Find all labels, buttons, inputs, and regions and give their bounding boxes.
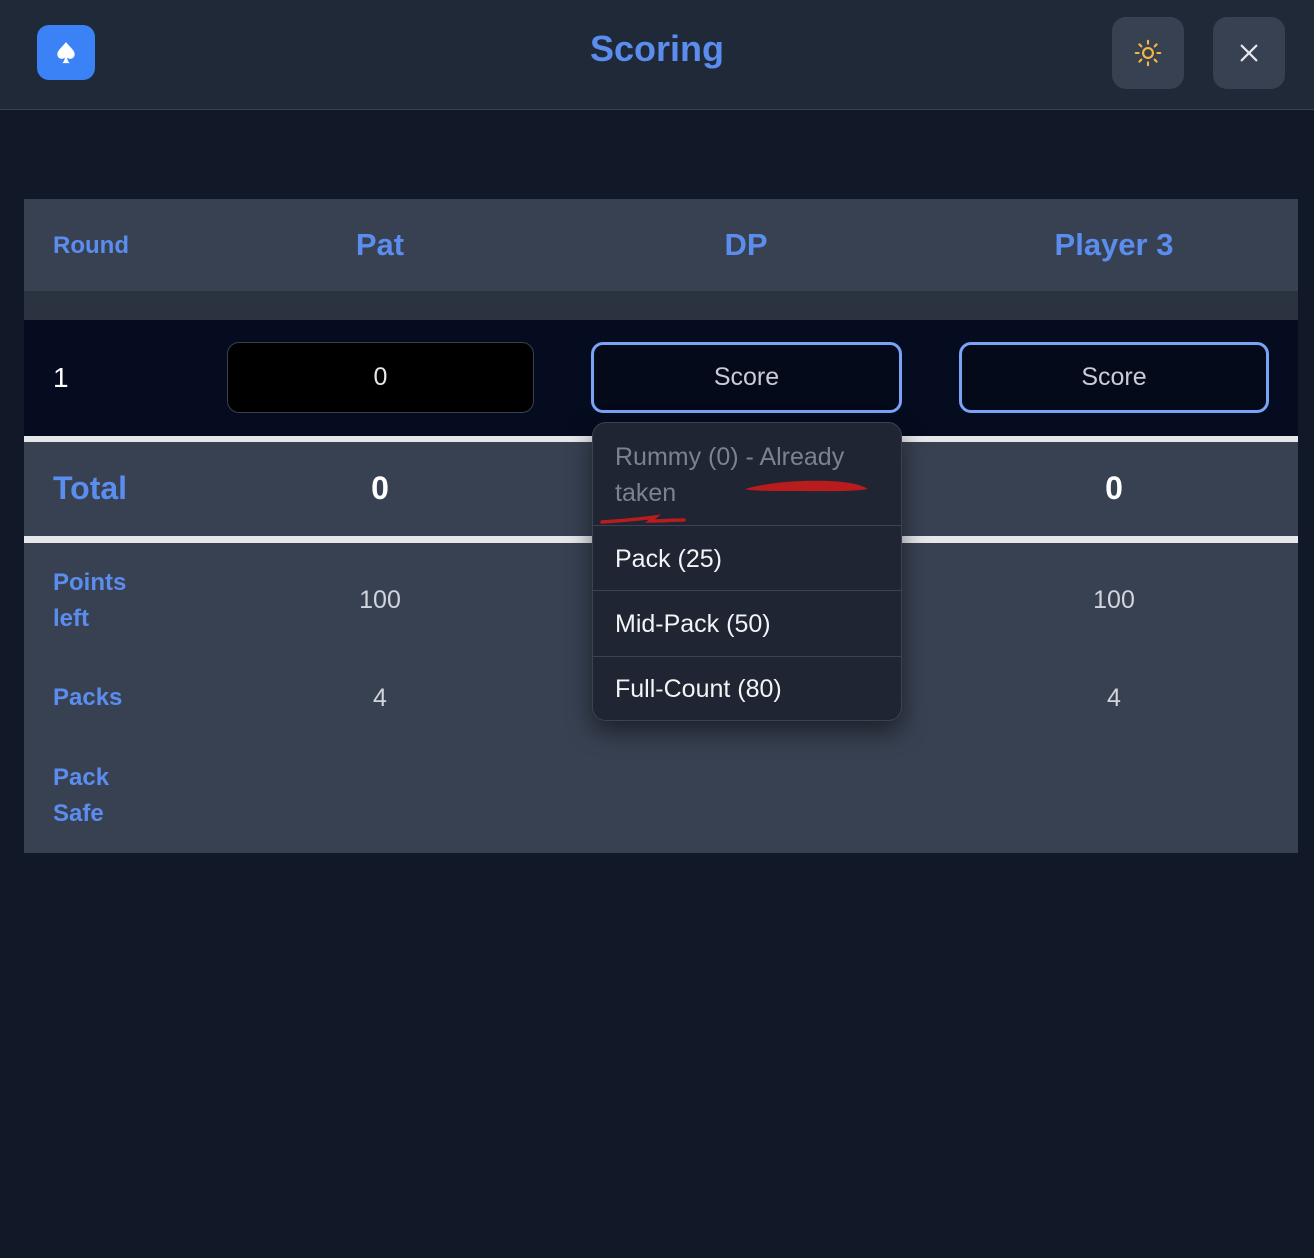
- total-pat: 0: [371, 470, 389, 506]
- points-left-pat: 100: [359, 586, 401, 614]
- score-select-player3[interactable]: Score: [959, 342, 1269, 413]
- score-input-pat[interactable]: 0: [227, 342, 534, 413]
- packs-pat: 4: [373, 684, 387, 712]
- total-label: Total: [53, 470, 128, 506]
- round-number: 1: [53, 362, 69, 393]
- player-header-dp: DP: [724, 227, 768, 262]
- close-button[interactable]: [1213, 17, 1285, 89]
- option-pack[interactable]: Pack (25): [593, 525, 901, 591]
- table-header-row: Round Pat DP Player 3: [24, 199, 1298, 291]
- total-player3: 0: [1105, 470, 1123, 506]
- score-options-dropdown: Rummy (0) - Already taken Pack (25) Mid-…: [592, 422, 902, 721]
- app-header: Scoring: [0, 0, 1314, 110]
- player-header-pat: Pat: [355, 227, 405, 262]
- sun-icon: [1134, 39, 1162, 67]
- option-mid-pack[interactable]: Mid-Pack (50): [593, 590, 901, 656]
- packs-player3: 4: [1107, 684, 1121, 712]
- round-column-header: Round: [53, 232, 129, 259]
- points-left-label: Points left: [53, 569, 127, 632]
- option-rummy-disabled: Rummy (0) - Already taken: [615, 443, 845, 507]
- close-icon: [1240, 44, 1258, 62]
- score-select-dp[interactable]: Score: [591, 342, 902, 413]
- theme-toggle-button[interactable]: [1112, 17, 1184, 89]
- option-full-count[interactable]: Full-Count (80): [593, 656, 901, 720]
- table-row: 1 0 Score Score: [24, 320, 1298, 436]
- pack-safe-label: Pack Safe: [53, 764, 110, 827]
- packs-label: Packs: [53, 684, 123, 711]
- header-spacer: [24, 291, 1298, 320]
- player-header-player3: Player 3: [1054, 227, 1174, 262]
- points-left-player3: 100: [1093, 586, 1135, 614]
